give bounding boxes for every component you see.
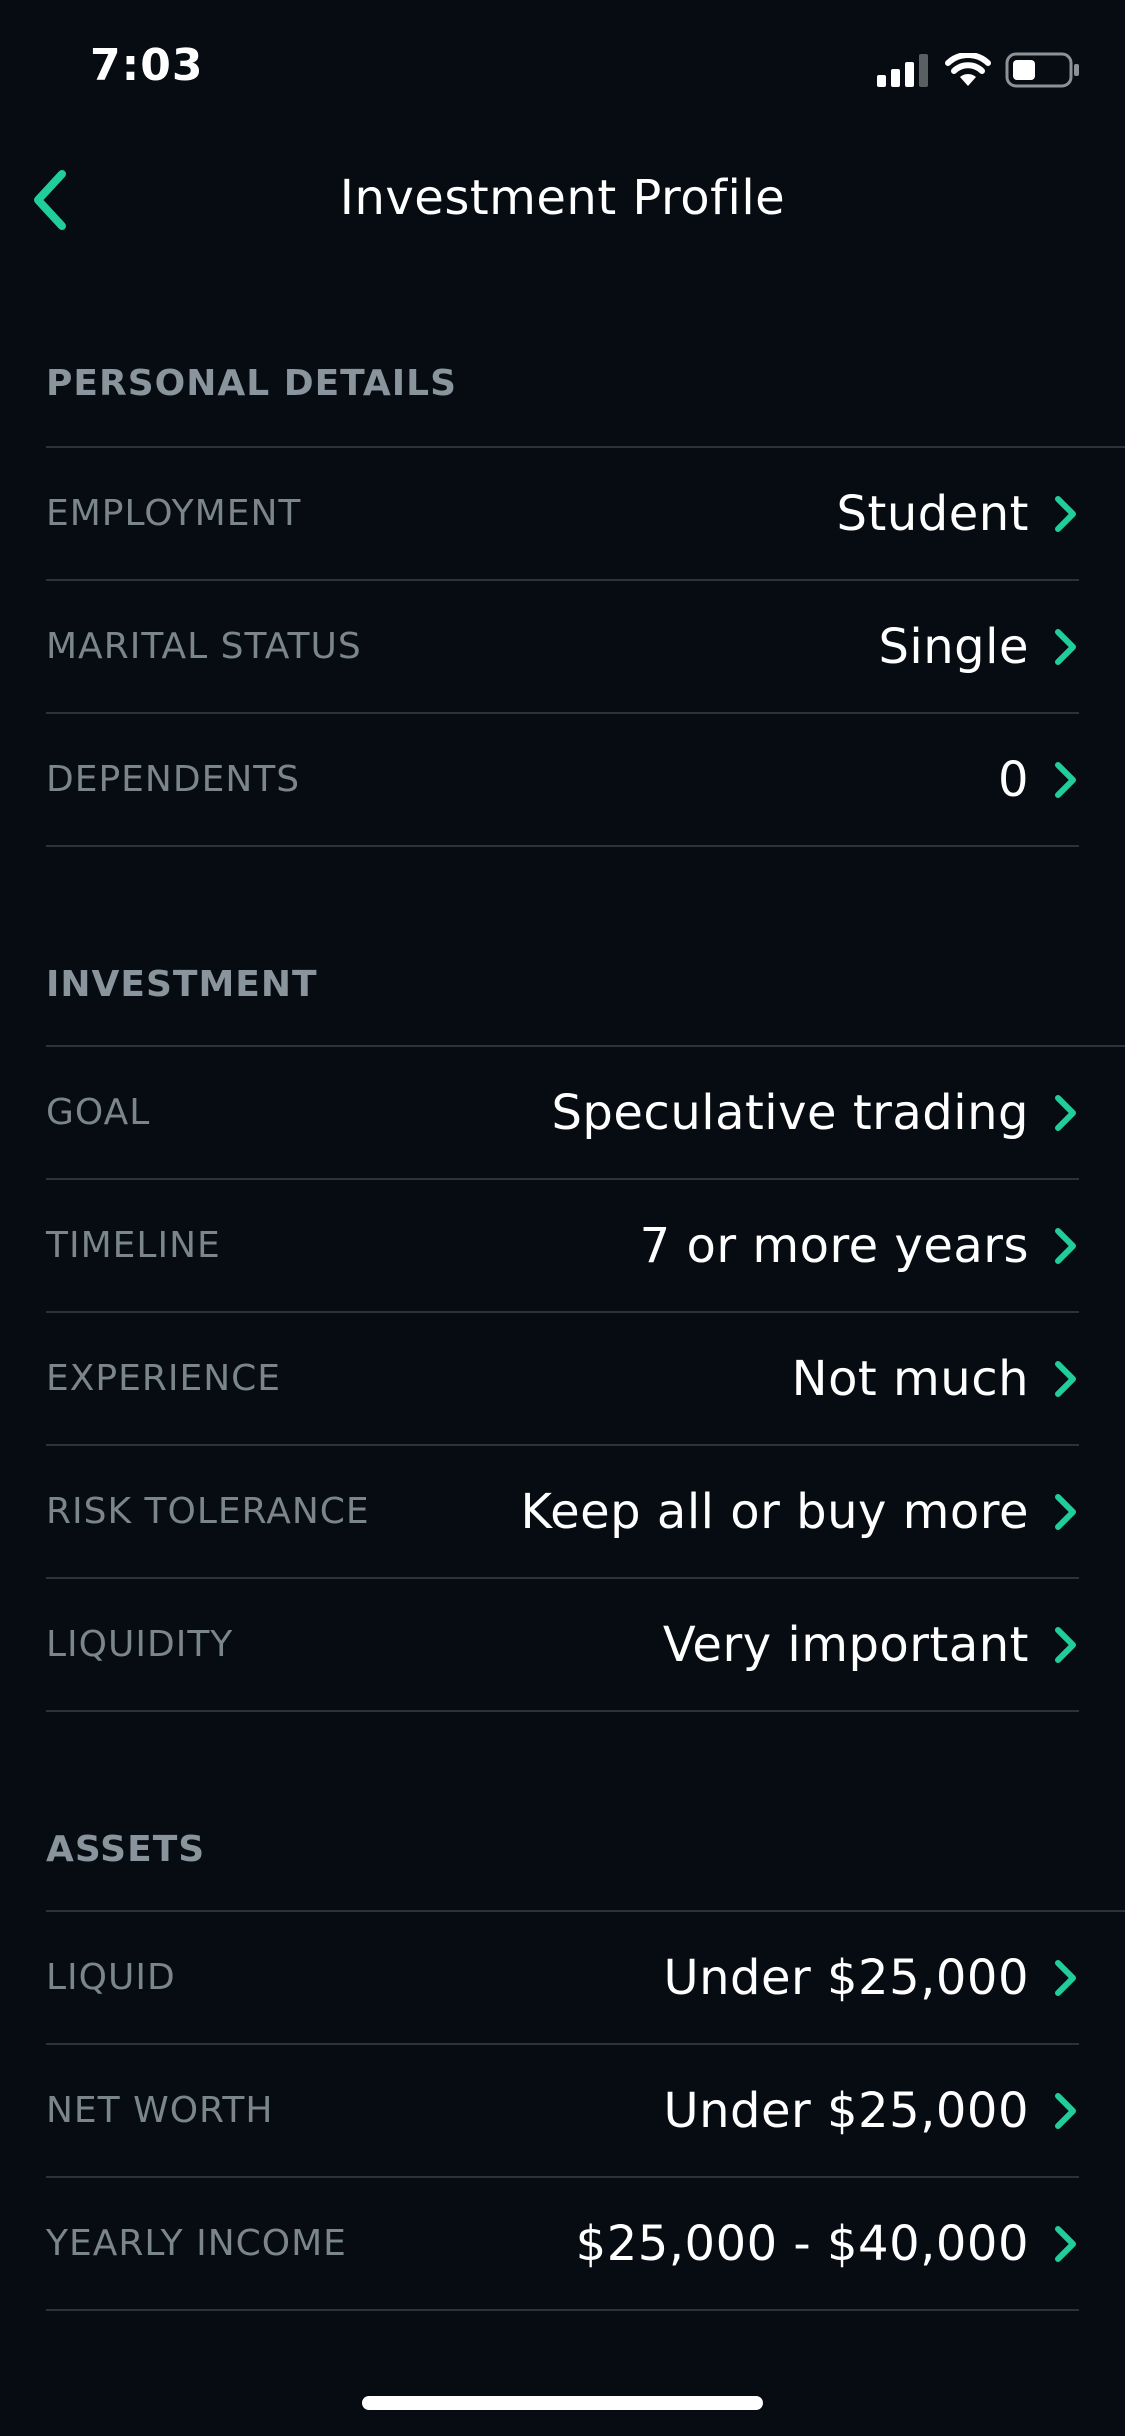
page-title: Investment Profile [339,170,786,226]
chevron-right-icon [1055,1493,1076,1530]
row-experience[interactable]: EXPERIENCE Not much [46,1313,1079,1446]
row-net-worth[interactable]: NET WORTH Under $25,000 [46,2045,1079,2178]
row-liquidity[interactable]: LIQUIDITY Very important [46,1579,1079,1712]
row-timeline[interactable]: TIMELINE 7 or more years [46,1180,1079,1313]
chevron-right-icon [1055,761,1076,798]
row-value-group: Single [878,619,1079,675]
row-value-group: 7 or more years [640,1218,1079,1274]
section-header: INVESTMENT [46,917,1125,1047]
battery-icon [1005,52,1079,88]
section-header: PERSONAL DETAILS [46,320,1125,448]
row-label: LIQUID [46,1957,176,1998]
row-value-group: Very important [663,1617,1079,1673]
row-value: Not much [791,1350,1029,1407]
row-value: $25,000 - $40,000 [575,2215,1029,2272]
row-label: GOAL [46,1092,151,1133]
section-investment: INVESTMENT GOAL Speculative trading TIME… [0,917,1125,1712]
signal-icon [877,54,928,87]
chevron-right-icon [1055,1626,1076,1663]
row-value: Keep all or buy more [520,1483,1029,1540]
home-indicator[interactable] [362,2396,763,2410]
row-value-group: Under $25,000 [663,1950,1079,2006]
row-label: LIQUIDITY [46,1624,234,1665]
chevron-right-icon [1055,1227,1076,1264]
row-value-group: Student [837,486,1079,542]
row-value: Very important [662,1616,1029,1673]
row-value: 7 or more years [639,1217,1029,1274]
section-personal-details: PERSONAL DETAILS EMPLOYMENT Student MARI… [0,320,1125,847]
nav-bar: Investment Profile [0,140,1125,260]
row-value-group: Not much [792,1351,1079,1407]
status-time: 7:03 [90,40,204,91]
row-yearly-income[interactable]: YEARLY INCOME $25,000 - $40,000 [46,2178,1079,2311]
chevron-right-icon [1055,495,1076,532]
row-label: MARITAL STATUS [46,626,362,667]
row-value: Under $25,000 [663,2082,1029,2139]
row-value-group: Speculative trading [551,1085,1079,1141]
status-bar: 7:03 [0,0,1125,140]
row-value: Under $25,000 [663,1949,1029,2006]
chevron-right-icon [1055,628,1076,665]
row-employment[interactable]: EMPLOYMENT Student [46,448,1079,581]
chevron-right-icon [1055,2092,1076,2129]
row-marital-status[interactable]: MARITAL STATUS Single [46,581,1079,714]
row-label: DEPENDENTS [46,759,301,800]
status-icons [877,50,1081,90]
row-value: 0 [997,751,1029,808]
row-value: Single [878,618,1029,675]
row-value-group: $25,000 - $40,000 [576,2216,1079,2272]
row-goal[interactable]: GOAL Speculative trading [46,1047,1079,1180]
section-assets: ASSETS LIQUID Under $25,000 NET WORTH Un… [0,1782,1125,2311]
row-dependents[interactable]: DEPENDENTS 0 [46,714,1079,847]
row-value-group: Under $25,000 [663,2083,1079,2139]
row-value-group: Keep all or buy more [521,1484,1079,1540]
row-label: NET WORTH [46,2090,274,2131]
row-label: TIMELINE [46,1225,221,1266]
section-header: ASSETS [46,1782,1125,1912]
row-value-group: 0 [998,752,1079,808]
row-liquid[interactable]: LIQUID Under $25,000 [46,1912,1079,2045]
chevron-right-icon [1055,1959,1076,1996]
wifi-icon [945,53,991,86]
row-risk-tolerance[interactable]: RISK TOLERANCE Keep all or buy more [46,1446,1079,1579]
row-label: RISK TOLERANCE [46,1491,370,1532]
row-label: YEARLY INCOME [46,2223,347,2264]
profile-list: PERSONAL DETAILS EMPLOYMENT Student MARI… [0,320,1125,2381]
row-label: EMPLOYMENT [46,493,302,534]
row-label: EXPERIENCE [46,1358,282,1399]
row-value: Student [836,485,1029,542]
chevron-right-icon [1055,1094,1076,1131]
chevron-right-icon [1055,1360,1076,1397]
row-value: Speculative trading [551,1084,1029,1141]
chevron-right-icon [1055,2225,1076,2262]
